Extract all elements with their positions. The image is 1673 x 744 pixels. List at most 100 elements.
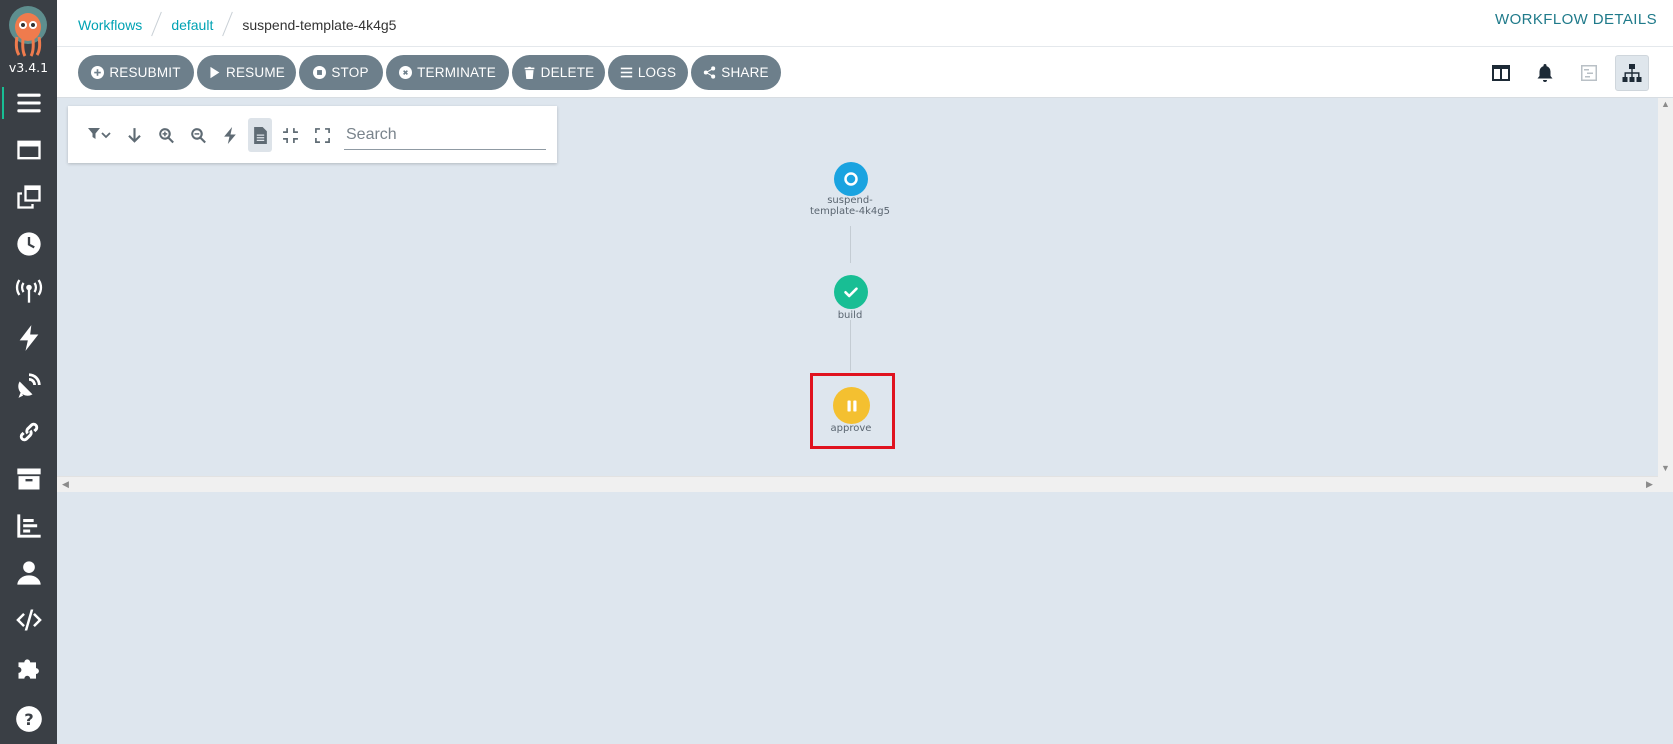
bell-icon	[1537, 64, 1553, 82]
show-artifacts-button[interactable]	[248, 118, 272, 152]
share-button[interactable]: SHARE	[691, 55, 781, 90]
svg-text:?: ?	[24, 710, 33, 729]
fast-render-button[interactable]	[216, 118, 244, 152]
chart-bar-icon	[16, 514, 41, 538]
resume-button[interactable]: RESUME	[197, 55, 296, 90]
stop-button[interactable]: STOP	[299, 55, 383, 90]
graph-view-button[interactable]	[1615, 55, 1649, 91]
clock-icon	[16, 232, 41, 256]
share-alt-icon	[703, 66, 716, 79]
version-label: v3.4.1	[8, 60, 49, 75]
fullscreen-button[interactable]	[308, 118, 336, 152]
breadcrumb-workflows-link[interactable]: Workflows	[78, 17, 142, 33]
spinner-icon	[844, 172, 858, 186]
node-root-label-line1: suspend-	[827, 195, 873, 206]
file-icon	[253, 126, 267, 144]
check-icon	[844, 287, 858, 298]
broadcast-tower-icon	[15, 279, 42, 303]
collapse-button[interactable]	[276, 118, 304, 152]
puzzle-piece-icon	[18, 659, 39, 679]
node-root-label: suspend- template-4k4g5	[790, 195, 910, 217]
filter-dropdown-button[interactable]	[82, 118, 116, 152]
terminate-button[interactable]: TERMINATE	[386, 55, 509, 90]
trash-icon	[523, 66, 536, 79]
scroll-right-arrow-icon[interactable]: ▶	[1646, 480, 1653, 489]
times-circle-icon	[399, 66, 413, 79]
zoom-in-icon	[158, 127, 174, 143]
timeline-button[interactable]	[1572, 55, 1606, 91]
timeline-icon	[1581, 65, 1597, 81]
logs-button[interactable]: LOGS	[608, 55, 688, 90]
filter-icon	[88, 128, 111, 139]
breadcrumb-separator	[151, 11, 163, 37]
bars-icon	[620, 66, 633, 79]
user-icon	[16, 561, 41, 585]
scroll-down-arrow-icon[interactable]: ▼	[1661, 464, 1670, 473]
bolt-icon	[19, 325, 38, 351]
arrow-down-icon	[127, 127, 141, 143]
bolt-icon	[223, 126, 236, 144]
clone-icon	[16, 185, 41, 209]
sidebar-item-archived-workflows[interactable]	[0, 459, 57, 499]
node-root-label-line2: template-4k4g5	[810, 206, 890, 217]
sidebar-item-help[interactable]: ?	[0, 699, 57, 739]
graph-search-input[interactable]	[344, 120, 546, 150]
sidebar-item-cluster-workflow-templates[interactable]	[0, 177, 57, 217]
graph-edge	[850, 226, 851, 263]
sidebar-item-reports[interactable]	[0, 506, 57, 546]
sidebar-item-workflows[interactable]	[0, 83, 57, 123]
columns-icon	[1492, 65, 1510, 81]
stop-circle-icon	[313, 66, 327, 79]
compress-icon	[282, 127, 298, 143]
expand-icon	[314, 127, 330, 143]
question-icon: ?	[15, 706, 42, 732]
terminate-label: TERMINATE	[417, 65, 496, 80]
node-build-label: build	[837, 310, 863, 321]
zoom-out-icon	[190, 127, 206, 143]
satellite-dish-icon	[17, 373, 41, 398]
scroll-left-arrow-icon[interactable]: ◀	[62, 480, 69, 489]
sidebar-item-workflow-event-bindings[interactable]	[0, 412, 57, 452]
hamburger-list-icon	[16, 93, 41, 113]
play-icon	[208, 66, 221, 79]
scrollbar-corner	[1658, 476, 1673, 492]
node-approve-highlight	[810, 373, 895, 449]
archive-icon	[16, 468, 41, 490]
top-bar: Workflows default suspend-template-4k4g5…	[57, 0, 1673, 47]
breadcrumb-separator	[222, 11, 234, 37]
plus-circle-icon	[91, 66, 105, 79]
sidebar-item-api-docs[interactable]	[0, 600, 57, 640]
sidebar-item-plugins[interactable]	[0, 647, 57, 687]
sidebar-item-workflow-templates[interactable]	[0, 130, 57, 170]
action-bar: RESUBMIT RESUME STOP TERMINATE DELETE LO…	[57, 47, 1673, 98]
sidebar-item-event-flow[interactable]	[0, 365, 57, 405]
sidebar-item-sensors[interactable]	[0, 318, 57, 358]
delete-button[interactable]: DELETE	[512, 55, 605, 90]
scroll-up-arrow-icon[interactable]: ▲	[1661, 100, 1670, 109]
link-icon	[19, 422, 38, 442]
breadcrumb-namespace-link[interactable]: default	[171, 17, 213, 33]
graph-toolbar	[68, 106, 557, 163]
sidebar-item-cron-workflows[interactable]	[0, 224, 57, 264]
sidebar-item-event-sources[interactable]	[0, 271, 57, 311]
logs-label: LOGS	[637, 65, 677, 80]
horizontal-scrollbar[interactable]: ◀ ▶	[57, 476, 1658, 492]
zoom-in-button[interactable]	[152, 118, 180, 152]
summary-panel-button[interactable]	[1484, 55, 1518, 91]
sidebar: v3.4.1 ?	[0, 0, 57, 744]
code-icon	[15, 609, 42, 631]
resubmit-button[interactable]: RESUBMIT	[78, 55, 194, 90]
share-label: SHARE	[721, 65, 769, 80]
breadcrumb-current: suspend-template-4k4g5	[242, 17, 397, 33]
vertical-scrollbar[interactable]: ▲ ▼	[1658, 98, 1673, 476]
node-build[interactable]	[834, 275, 868, 309]
delete-label: DELETE	[540, 65, 595, 80]
argo-logo[interactable]	[7, 5, 49, 57]
zoom-out-button[interactable]	[184, 118, 212, 152]
node-root[interactable]	[834, 162, 868, 196]
events-button[interactable]	[1528, 55, 1562, 91]
resume-label: RESUME	[226, 65, 285, 80]
breadcrumb: Workflows default suspend-template-4k4g5	[78, 11, 397, 38]
sidebar-item-user[interactable]	[0, 553, 57, 593]
scroll-down-button[interactable]	[120, 118, 148, 152]
